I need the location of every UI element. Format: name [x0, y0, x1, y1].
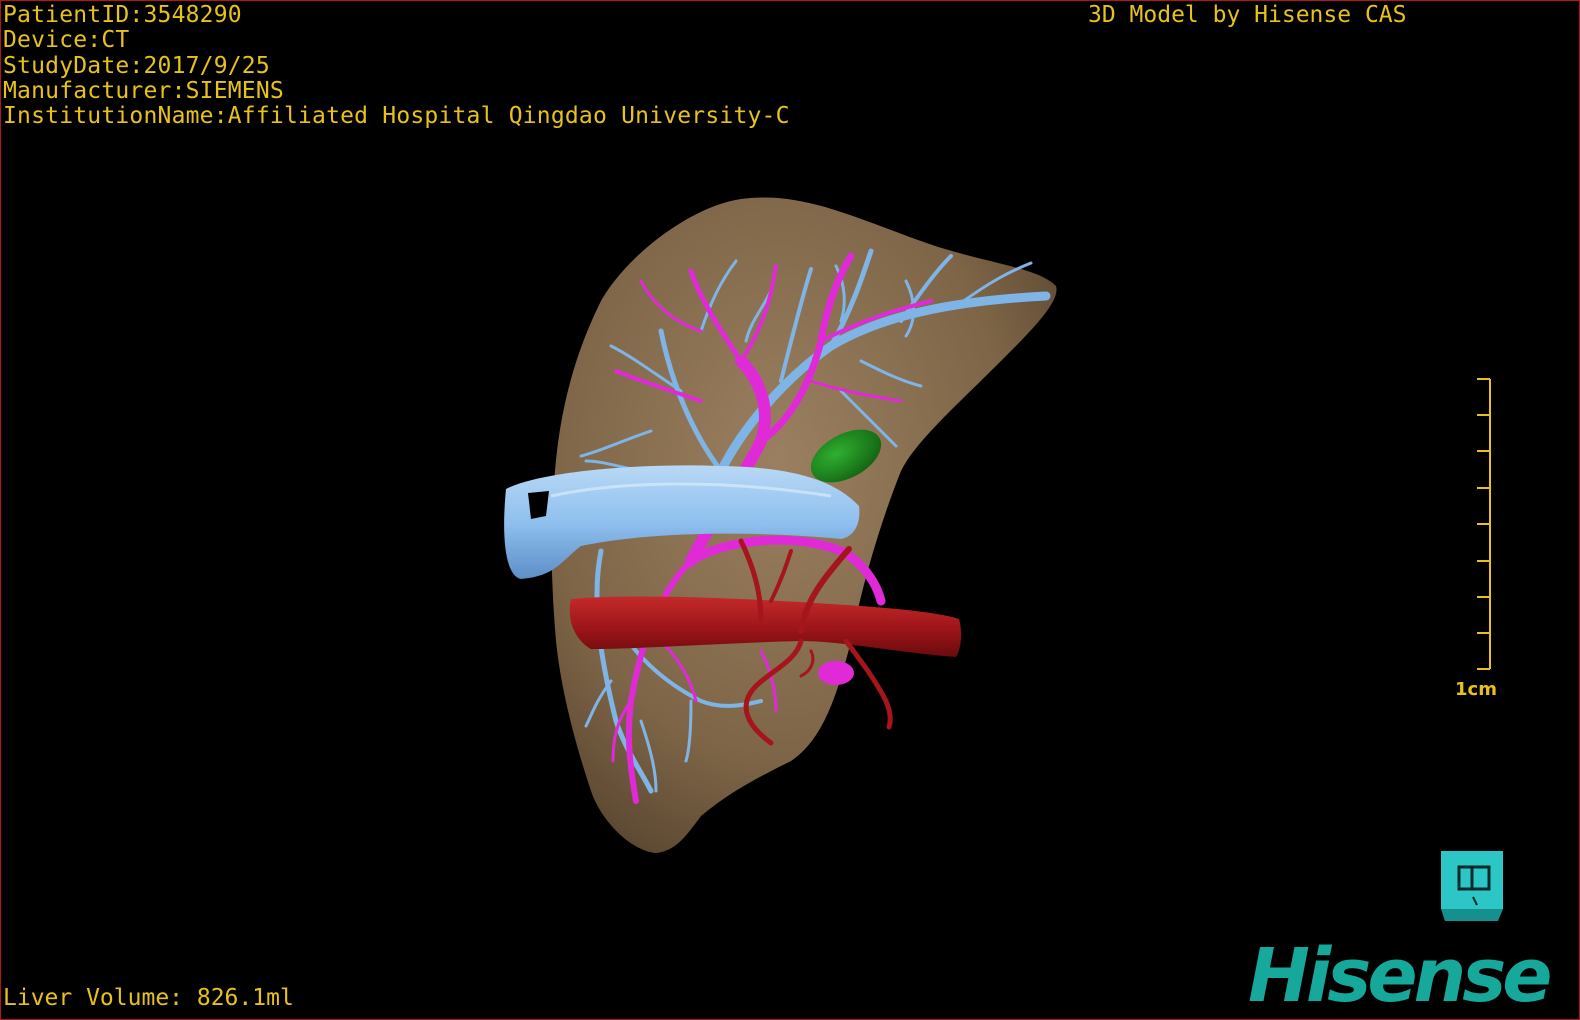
3d-viewport[interactable]: PatientID:3548290 Device:CT StudyDate:20… — [0, 0, 1580, 1020]
scale-bar — [1477, 378, 1491, 670]
liver-volume-text: Liver Volume: 826.1ml — [3, 985, 294, 1011]
orientation-cube-icon[interactable] — [1441, 851, 1503, 921]
liver-3d-model[interactable] — [1, 1, 1579, 1019]
hisense-logo: Hisense — [1248, 933, 1552, 1019]
scale-bar-label: 1cm — [1455, 679, 1497, 700]
portal-vein-stump — [818, 661, 854, 685]
